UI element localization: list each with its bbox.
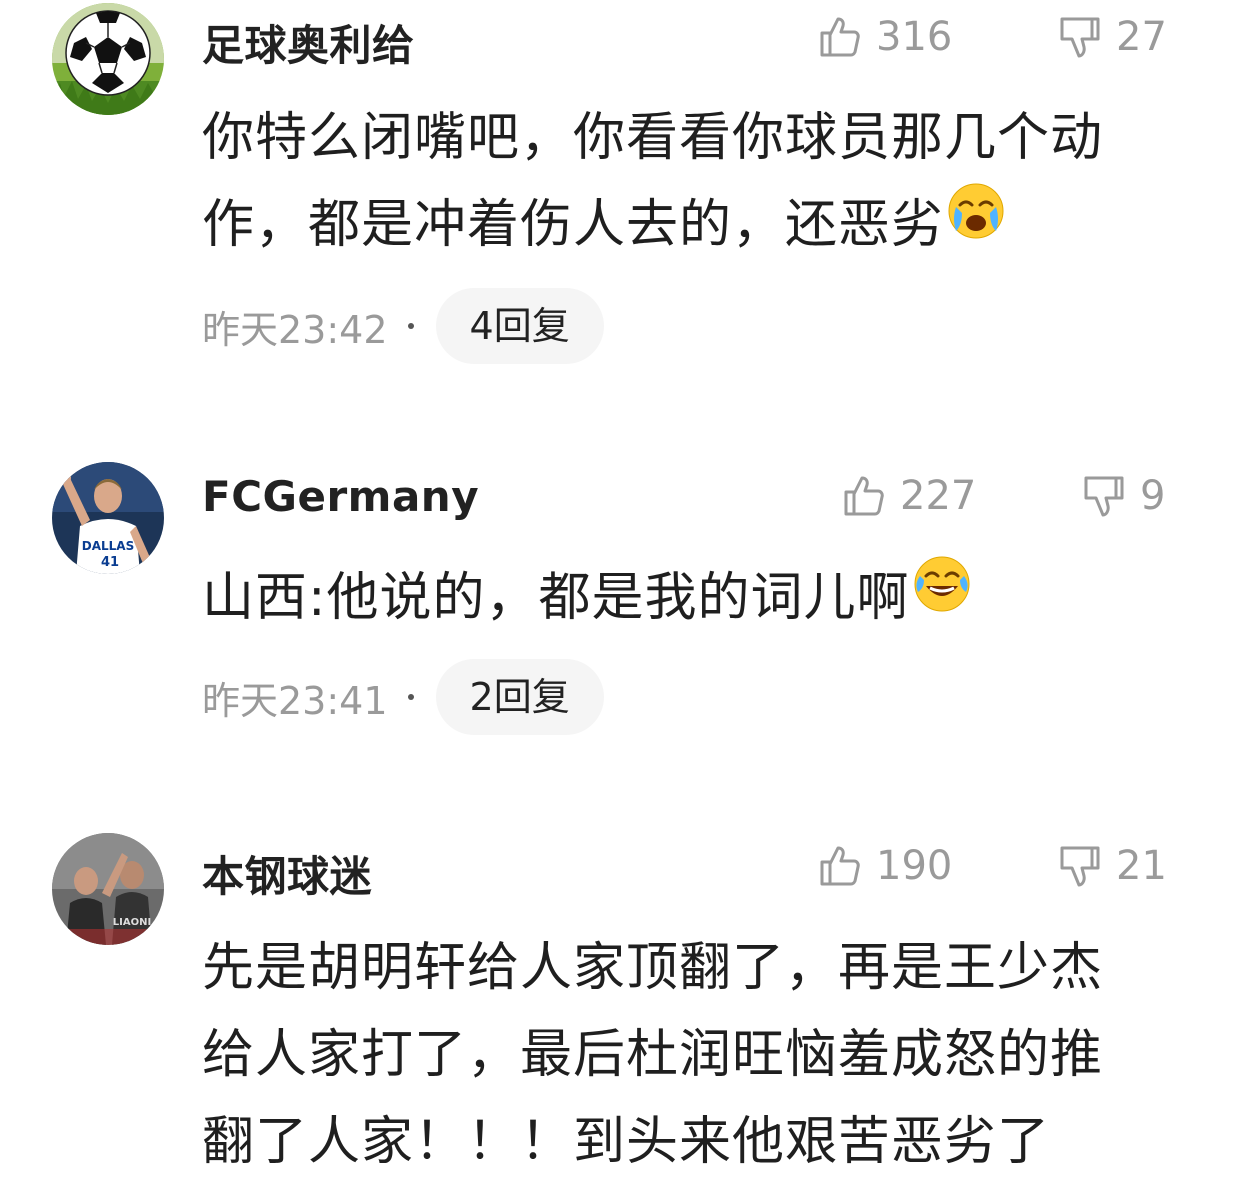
- like-button[interactable]: 316: [818, 14, 952, 60]
- comment-meta: 昨天23:41 2回复: [202, 659, 604, 735]
- soccer-ball-avatar-image: [52, 3, 164, 115]
- jersey-number-text: 41: [101, 555, 119, 570]
- like-count: 190: [876, 843, 953, 889]
- timestamp: 昨天23:42: [202, 307, 388, 352]
- comment-line: 给人家打了，最后杜润旺恼羞成怒的推: [202, 1025, 1104, 1085]
- thumbs-down-icon: [1084, 476, 1124, 517]
- comment-text: 山西:他说的，都是我的词儿啊: [202, 555, 1162, 642]
- comment-line: 先是胡明轩给人家顶翻了，再是王少杰: [202, 938, 1104, 998]
- avatar[interactable]: [52, 3, 164, 115]
- username[interactable]: 本钢球迷: [202, 843, 372, 904]
- jersey-team-text: DALLAS: [82, 539, 134, 553]
- avatar[interactable]: DALLAS 41: [52, 462, 164, 574]
- separator-dot: [407, 694, 414, 700]
- like-count: 227: [900, 473, 977, 519]
- basketball-player-avatar-image: DALLAS 41: [52, 462, 164, 574]
- comment-line: 你特么闭嘴吧，你看看你球员那几个动: [202, 108, 1104, 168]
- reply-count-button[interactable]: 2回复: [435, 659, 604, 735]
- dislike-button[interactable]: 9: [1082, 473, 1165, 519]
- timestamp: 昨天23:41: [202, 678, 388, 723]
- thumbs-up-icon: [820, 17, 860, 57]
- team-players-avatar-image: LIAONI: [52, 833, 164, 945]
- dislike-count: 9: [1140, 473, 1166, 519]
- comment-text: 你特么闭嘴吧，你看看你球员那几个动 作，都是冲着伤人去的，还恶劣: [202, 95, 1162, 269]
- separator-dot: [407, 323, 414, 329]
- like-count: 316: [876, 14, 953, 60]
- thumbs-up-icon: [820, 846, 860, 886]
- comment-line: 作，都是冲着伤人去的，还恶劣: [202, 182, 1162, 269]
- dislike-count: 27: [1116, 14, 1167, 60]
- comment-line-text: 山西:他说的，都是我的词儿啊: [202, 568, 910, 628]
- dislike-button[interactable]: 21: [1058, 843, 1167, 889]
- like-button[interactable]: 227: [842, 473, 976, 519]
- dislike-count: 21: [1116, 843, 1167, 889]
- thumbs-up-icon: [844, 476, 884, 516]
- jersey-team-text: LIAONI: [113, 917, 151, 928]
- laughing-tears-face-icon: [912, 554, 972, 641]
- comment-line-text: 作，都是冲着伤人去的，还恶劣: [202, 195, 945, 255]
- comment-line: 山西:他说的，都是我的词儿啊: [202, 555, 1162, 642]
- comment-line: 翻了人家！！！到头来他艰苦恶劣了: [202, 1112, 1051, 1172]
- thumbs-down-icon: [1060, 846, 1100, 887]
- reply-count-button[interactable]: 4回复: [435, 288, 604, 364]
- avatar[interactable]: LIAONI: [52, 833, 164, 945]
- crying-face-icon: [946, 181, 1006, 268]
- comment-meta: 昨天23:42 4回复: [202, 288, 604, 364]
- dislike-button[interactable]: 27: [1058, 14, 1167, 60]
- thumbs-down-icon: [1060, 17, 1100, 58]
- username[interactable]: 足球奥利给: [202, 12, 415, 73]
- like-button[interactable]: 190: [818, 843, 952, 889]
- comment-text: 先是胡明轩给人家顶翻了，再是王少杰 给人家打了，最后杜润旺恼羞成怒的推 翻了人家…: [202, 925, 1162, 1186]
- username[interactable]: FCGermany: [202, 472, 479, 521]
